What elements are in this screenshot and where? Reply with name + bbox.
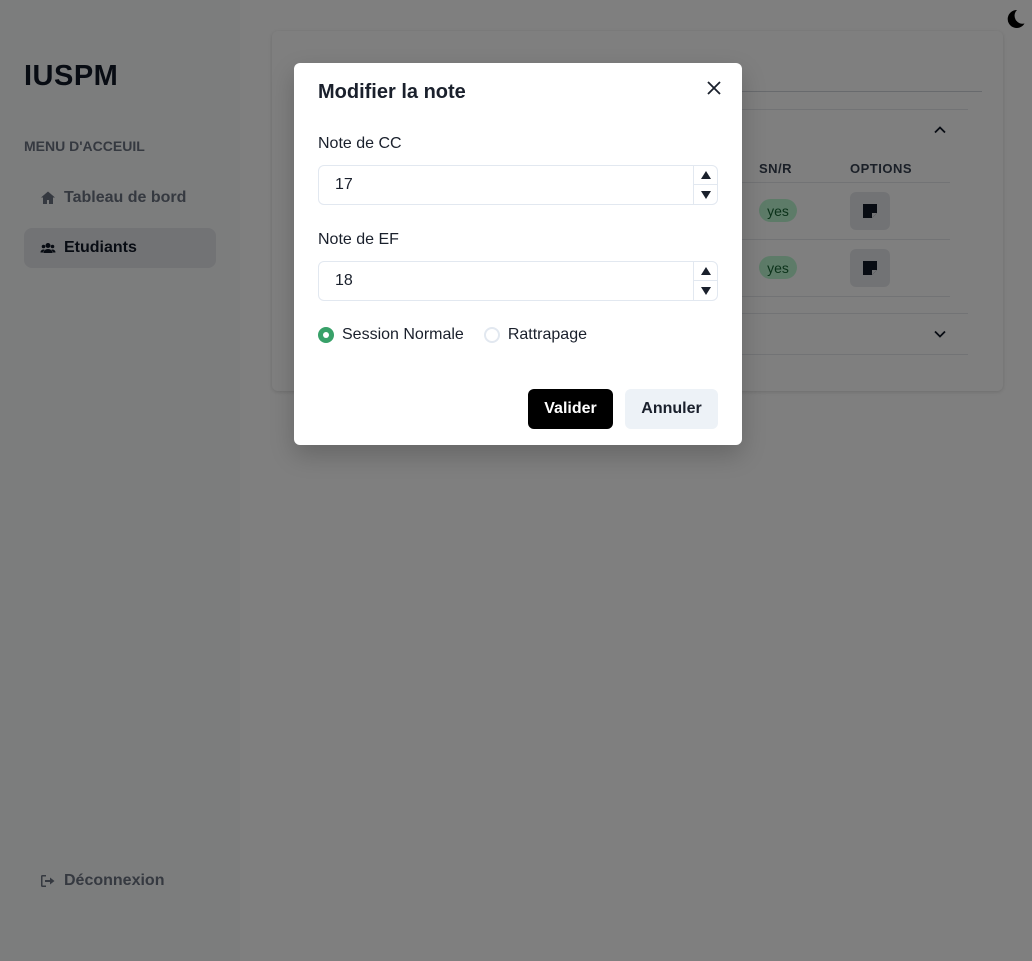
ef-stepper [693, 262, 717, 300]
increment-button[interactable] [694, 262, 717, 281]
triangle-up-icon [700, 171, 711, 179]
cancel-button[interactable]: Annuler [625, 389, 718, 429]
ef-label: Note de EF [318, 231, 399, 248]
cc-stepper [693, 166, 717, 204]
ef-input[interactable] [319, 262, 693, 300]
cc-number-field [318, 165, 718, 205]
radio-unchecked-indicator [483, 327, 500, 343]
cc-input[interactable] [319, 166, 693, 204]
radio-label: Session Normale [342, 326, 464, 343]
radio-rattrapage[interactable]: Rattrapage [483, 326, 587, 344]
submit-button[interactable]: Valider [528, 389, 613, 429]
close-icon [707, 81, 721, 95]
triangle-up-icon [700, 267, 711, 275]
close-button[interactable] [704, 78, 724, 98]
dialog-title: Modifier la note [318, 81, 466, 103]
edit-grade-dialog: Modifier la note Note de CC Note de EF [294, 63, 742, 445]
decrement-button[interactable] [694, 185, 717, 204]
ef-number-field [318, 261, 718, 301]
increment-button[interactable] [694, 166, 717, 185]
radio-checked-indicator [318, 327, 334, 343]
triangle-down-icon [700, 286, 711, 295]
triangle-down-icon [700, 190, 711, 199]
decrement-button[interactable] [694, 281, 717, 300]
radio-label: Rattrapage [507, 326, 587, 343]
cc-label: Note de CC [318, 135, 402, 152]
session-radio-group: Session Normale Rattrapage [318, 326, 607, 344]
radio-session-normale[interactable]: Session Normale [318, 326, 464, 344]
